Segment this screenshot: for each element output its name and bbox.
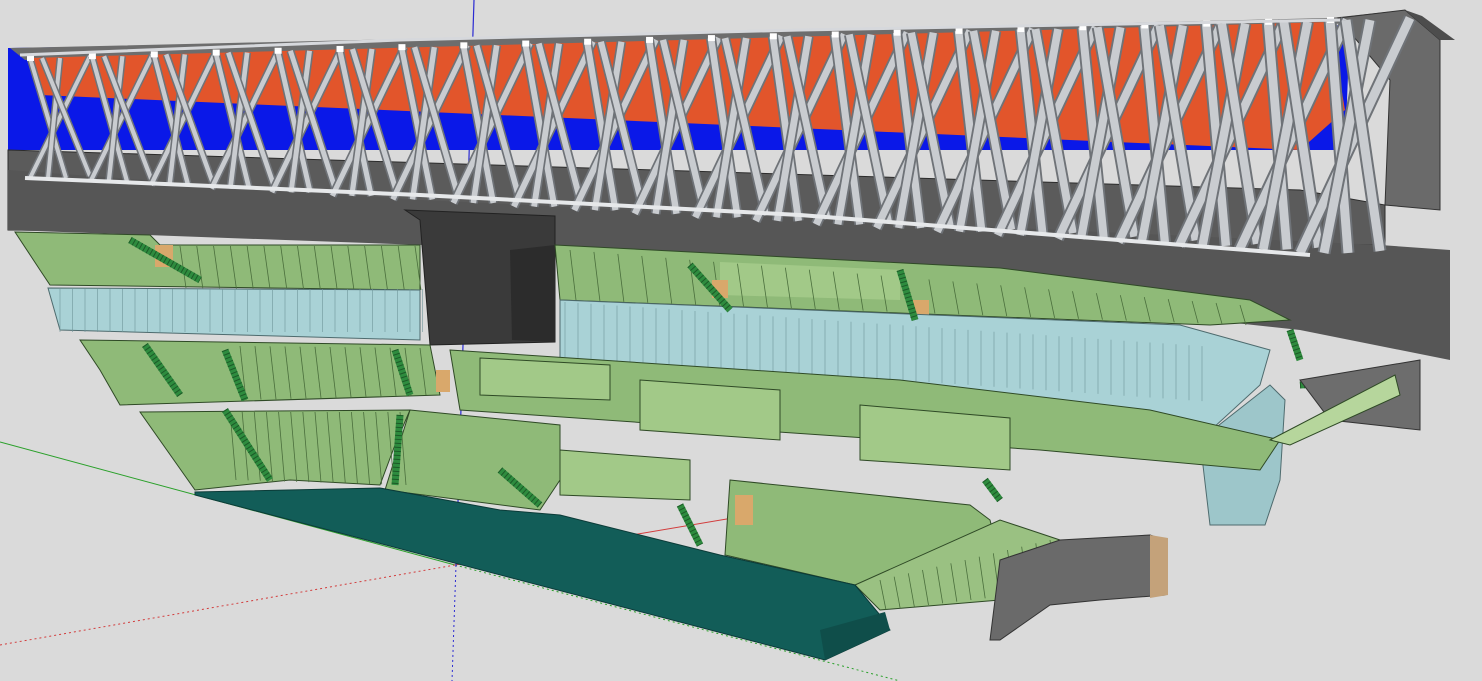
- truss-joint: [88, 53, 96, 60]
- truss-joint: [584, 38, 592, 45]
- truss-joint: [955, 27, 963, 34]
- middle-tier-left: [79, 339, 441, 406]
- glass-band-left: [47, 287, 421, 341]
- truss-joint: [274, 47, 282, 54]
- truss-joint: [769, 33, 777, 40]
- lower-tier-left: [139, 409, 411, 491]
- scoreboard-right-face: [510, 245, 555, 342]
- truss-joint: [150, 51, 158, 58]
- truss-joint: [212, 49, 220, 56]
- stair-strip: [391, 414, 404, 486]
- middle-tier-box-1: [479, 357, 611, 401]
- truss-joint: [707, 35, 715, 42]
- podium-right-block: [1150, 535, 1168, 598]
- lower-tier-center-box: [559, 449, 691, 501]
- truss-joint: [646, 36, 654, 43]
- stadium-model-scene[interactable]: [0, 0, 1482, 681]
- modeling-viewport[interactable]: [0, 0, 1482, 681]
- truss-joint: [893, 29, 901, 36]
- truss-joint: [460, 42, 468, 49]
- red-axis-dotted: [0, 564, 456, 646]
- truss-joint: [398, 44, 406, 51]
- truss-joint: [522, 40, 530, 47]
- middle-tier-box-2: [639, 379, 781, 441]
- stair-strip: [676, 503, 704, 547]
- vomitory-door-low[interactable]: [735, 495, 753, 525]
- scoreboard-block[interactable]: [403, 209, 556, 346]
- truss-joint: [336, 45, 344, 52]
- vomitory-door-mid[interactable]: [436, 370, 450, 392]
- blue-axis-dotted: [451, 564, 457, 681]
- truss-joint: [831, 31, 839, 38]
